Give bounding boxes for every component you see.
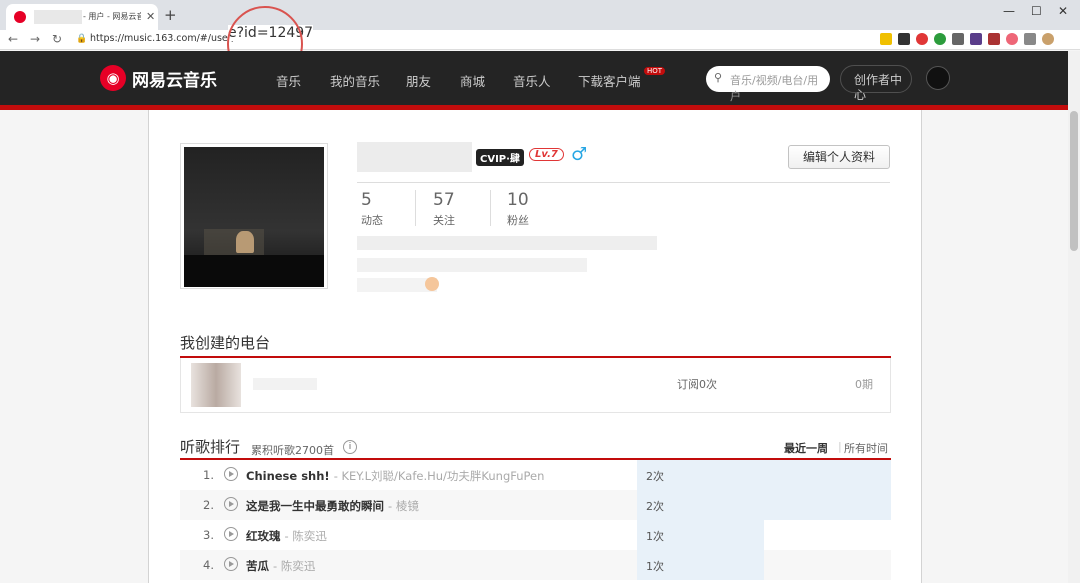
artist-name[interactable]: - 陈奕迅 xyxy=(273,559,315,573)
blurred-username xyxy=(357,142,472,172)
play-icon[interactable] xyxy=(224,497,238,511)
tab-all-time[interactable]: 所有时间 xyxy=(844,440,888,456)
info-icon[interactable]: i xyxy=(343,440,357,454)
nav-discover[interactable]: 音乐 xyxy=(276,71,301,90)
song-title[interactable]: 这是我一生中最勇敢的瞬间 - 棱镜 xyxy=(246,498,419,514)
url-field[interactable]: https://music.163.com/#/user/ho xyxy=(90,33,247,44)
radio-thumbnail xyxy=(191,363,241,407)
back-icon[interactable]: ← xyxy=(8,32,18,46)
extension-icon[interactable] xyxy=(916,33,928,45)
search-icon: ⚲ xyxy=(714,71,723,84)
edit-profile-button[interactable]: 编辑个人资料 xyxy=(788,145,890,169)
netease-favicon-icon xyxy=(14,11,26,23)
search-placeholder: 音乐/视频/电台/用户 xyxy=(730,74,819,103)
artist-name[interactable]: - 陈奕迅 xyxy=(285,529,327,543)
rank-row[interactable]: 3. 红玫瑰 - 陈奕迅 1次 xyxy=(180,520,891,550)
blurred-tab-text xyxy=(34,10,82,24)
play-count: 2次 xyxy=(646,470,664,483)
blurred-radio-name xyxy=(253,378,317,390)
radio-episodes: 0期 xyxy=(855,378,873,391)
creator-center-button[interactable]: 创作者中心 xyxy=(840,65,912,102)
site-header: ◉ 网易云音乐 音乐 我的音乐 朋友 商城 音乐人 下载客户端 HOT ⚲ 音乐… xyxy=(0,51,1080,105)
artist-name[interactable]: - 棱镜 xyxy=(388,499,419,513)
play-icon[interactable] xyxy=(224,527,238,541)
stat-fans[interactable]: 10 粉丝 xyxy=(507,190,529,228)
browser-tab[interactable]: - 用户 - 网易云音 ✕ xyxy=(6,4,158,30)
play-count: 2次 xyxy=(646,500,664,513)
song-title[interactable]: Chinese shh! - KEY.L刘聪/Kafe.Hu/功夫胖KungFu… xyxy=(246,468,544,484)
forward-icon[interactable]: → xyxy=(30,32,40,46)
play-count: 1次 xyxy=(646,530,664,543)
level-badge: Lv.7 xyxy=(529,148,564,161)
search-input[interactable]: ⚲ 音乐/视频/电台/用户 xyxy=(706,66,830,103)
nav-download[interactable]: 下载客户端 xyxy=(578,71,641,90)
hot-badge: HOT xyxy=(644,67,666,75)
extension-icon[interactable] xyxy=(970,33,982,45)
extension-icon[interactable] xyxy=(988,33,1000,45)
total-plays: 累积听歌2700首 xyxy=(251,444,334,457)
nav-musician[interactable]: 音乐人 xyxy=(513,71,551,90)
puzzle-icon[interactable] xyxy=(1024,33,1036,45)
ranking-title: 听歌排行 xyxy=(180,438,241,456)
extension-icon[interactable] xyxy=(952,33,964,45)
tab-recent-week[interactable]: 最近一周 xyxy=(784,440,828,456)
artist-name[interactable]: - KEY.L刘聪/Kafe.Hu/功夫胖KungFuPen xyxy=(334,469,545,483)
play-icon[interactable] xyxy=(224,467,238,481)
rank-index: 1. xyxy=(203,468,214,482)
browser-tabbar: - 用户 - 网易云音 ✕ + — ☐ ✕ xyxy=(0,0,1080,30)
new-tab-button[interactable]: + xyxy=(164,6,177,24)
address-bar: ← → ↻ 🔒 https://music.163.com/#/user/ho xyxy=(0,30,1080,50)
radio-subscriptions: 订阅0次 xyxy=(677,378,717,391)
minimize-icon[interactable]: — xyxy=(1003,4,1015,18)
maximize-icon[interactable]: ☐ xyxy=(1031,4,1042,18)
extension-icons xyxy=(880,33,1054,45)
profile-avatar-icon[interactable] xyxy=(1042,33,1054,45)
nav-my-music[interactable]: 我的音乐 xyxy=(330,71,380,90)
song-title[interactable]: 红玫瑰 - 陈奕迅 xyxy=(246,528,327,544)
vip-badge: CVIP·肆 xyxy=(476,149,524,166)
radio-section-title: 我创建的电台 xyxy=(180,334,271,352)
nav-store[interactable]: 商城 xyxy=(460,71,485,90)
rank-index: 2. xyxy=(203,498,214,512)
blurred-info xyxy=(357,258,587,272)
extension-icon[interactable] xyxy=(880,33,892,45)
song-title[interactable]: 苦瓜 - 陈奕迅 xyxy=(246,558,315,574)
reload-icon[interactable]: ↻ xyxy=(52,32,62,46)
rank-index: 3. xyxy=(203,528,214,542)
play-icon[interactable] xyxy=(224,557,238,571)
stat-follows[interactable]: 57 关注 xyxy=(433,190,455,228)
play-count-bar xyxy=(637,460,891,490)
close-window-icon[interactable]: ✕ xyxy=(1058,4,1068,18)
stat-events[interactable]: 5 动态 xyxy=(361,190,383,228)
profile-content: CVIP·肆 Lv.7 ♂ 编辑个人资料 5 动态 57 关注 10 粉丝 我创… xyxy=(148,110,922,583)
lock-icon: 🔒 xyxy=(76,34,88,44)
play-count: 1次 xyxy=(646,560,664,573)
netease-logo-icon: ◉ xyxy=(100,65,126,91)
extension-icon[interactable] xyxy=(1006,33,1018,45)
male-icon: ♂ xyxy=(571,144,588,165)
scrollbar[interactable] xyxy=(1068,51,1080,583)
tab-title: - 用户 - 网易云音 xyxy=(83,12,141,21)
profile-photo xyxy=(180,143,328,289)
rank-row[interactable]: 2. 这是我一生中最勇敢的瞬间 - 棱镜 2次 xyxy=(180,490,891,520)
radio-item[interactable]: 订阅0次 0期 xyxy=(180,358,891,413)
nav-friends[interactable]: 朋友 xyxy=(406,71,431,90)
rank-index: 4. xyxy=(203,558,214,572)
netease-logo[interactable]: ◉ 网易云音乐 xyxy=(100,65,217,91)
extension-icon[interactable] xyxy=(898,33,910,45)
user-avatar[interactable] xyxy=(926,66,950,90)
close-tab-icon[interactable]: ✕ xyxy=(146,10,155,23)
blurred-bio xyxy=(357,236,657,250)
extension-icon[interactable] xyxy=(934,33,946,45)
rank-row[interactable]: 4. 苦瓜 - 陈奕迅 1次 xyxy=(180,550,891,580)
play-count-bar xyxy=(637,490,891,520)
rank-row[interactable]: 1. Chinese shh! - KEY.L刘聪/Kafe.Hu/功夫胖Kung… xyxy=(180,460,891,490)
